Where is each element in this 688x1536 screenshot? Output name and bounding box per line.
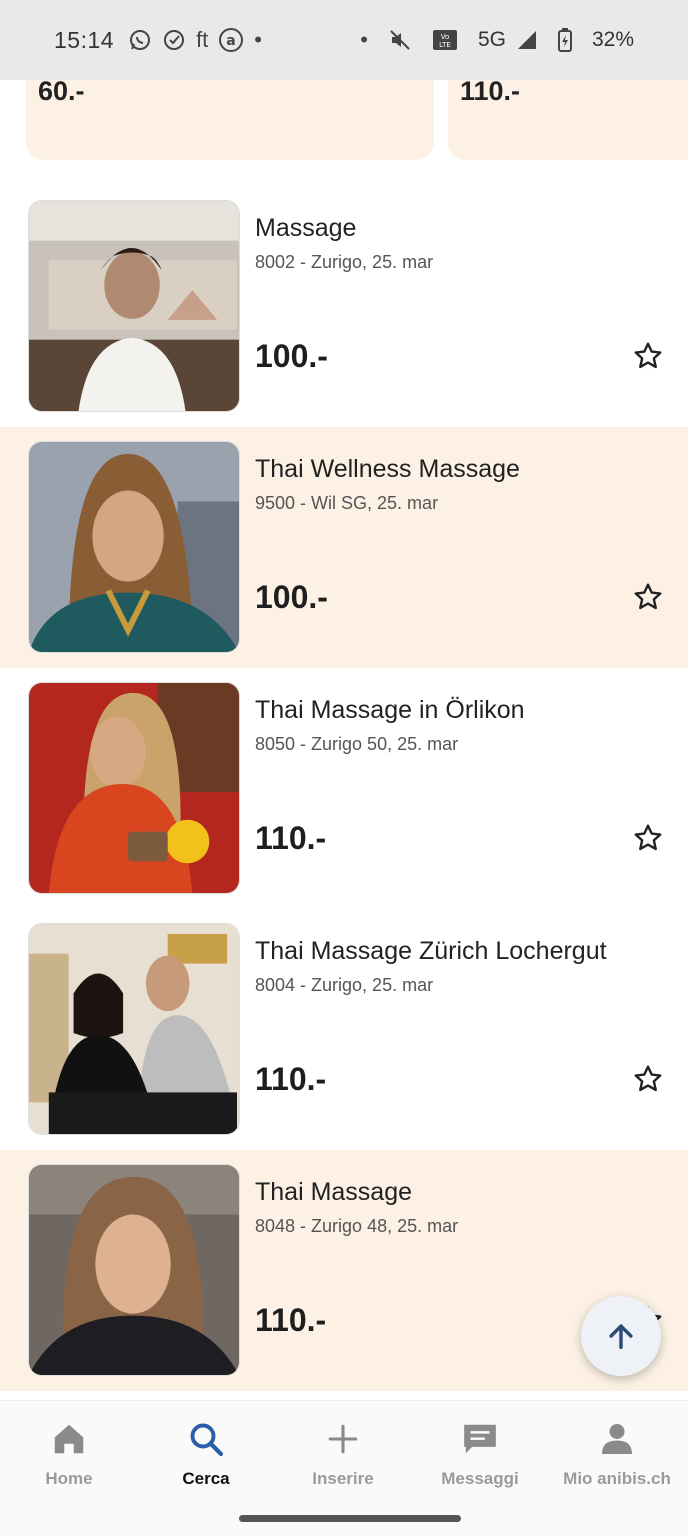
svg-text:LTE: LTE [439, 41, 451, 49]
nav-messages-label: Messaggi [441, 1469, 519, 1488]
nav-profile[interactable]: Mio anibis.ch [548, 1419, 686, 1489]
network-label: 5G [477, 28, 506, 51]
volte-icon: Vo LTE [432, 28, 458, 52]
listing-item[interactable]: Thai Massage in Örlikon 8050 - Zurigo 50… [0, 668, 688, 909]
listing-item[interactable]: Massage 8002 - Zurigo, 25. mar 100.- [0, 186, 688, 427]
listing-photo [28, 441, 240, 653]
nav-search[interactable]: Cerca [137, 1419, 275, 1489]
svg-text:Vo: Vo [441, 33, 450, 41]
favorite-star-icon[interactable] [632, 581, 664, 613]
listing-photo [28, 1164, 240, 1376]
nav-home-label: Home [45, 1469, 93, 1488]
search-icon [190, 1423, 224, 1457]
screen: 15:14 ft a • • Vo LTE 5G 32% 60.- 110.- … [0, 0, 688, 1536]
partial-card-price: 60.- [38, 76, 85, 106]
listing-location: 8002 - Zurigo, 25. mar [255, 252, 434, 272]
gesture-bar[interactable] [239, 1515, 461, 1522]
listing-location: 8048 - Zurigo 48, 25. mar [255, 1216, 459, 1236]
signal-icon [516, 29, 538, 51]
listing-item[interactable]: Thai Massage Zürich Lochergut 8004 - Zur… [0, 909, 688, 1150]
listing-location: 8004 - Zurigo, 25. mar [255, 975, 434, 995]
listing-price: 110.- [255, 820, 327, 856]
partial-card-price: 110.- [460, 76, 521, 106]
listing-title: Thai Wellness Massage [255, 455, 520, 483]
listing-price: 110.- [255, 1061, 327, 1097]
favorite-star-icon[interactable] [632, 1063, 664, 1095]
listing-location: 8050 - Zurigo 50, 25. mar [255, 734, 459, 754]
nav-profile-label: Mio anibis.ch [563, 1469, 671, 1488]
nav-insert-label: Inserire [312, 1469, 374, 1488]
listing-title: Thai Massage Zürich Lochergut [255, 937, 607, 965]
svg-text:a: a [227, 33, 236, 49]
mute-icon [388, 28, 412, 52]
home-icon [54, 1424, 84, 1454]
plus-icon [328, 1424, 358, 1454]
scroll-to-top-button[interactable] [581, 1296, 661, 1376]
battery-icon [557, 28, 572, 52]
listing-price: 110.- [255, 1302, 327, 1338]
whatsapp-icon [128, 28, 152, 52]
listing-title: Thai Massage [255, 1178, 413, 1206]
listing-photo [28, 200, 240, 412]
listing-item[interactable]: Thai Wellness Massage 9500 - Wil SG, 25.… [0, 427, 688, 668]
nav-messages[interactable]: Messaggi [411, 1419, 549, 1489]
status-bar: 15:14 ft a • • Vo LTE 5G 32% [0, 0, 688, 80]
listing-price: 100.- [255, 579, 328, 615]
chat-icon [464, 1424, 496, 1454]
listing-price: 100.- [255, 338, 328, 374]
favorite-star-icon[interactable] [632, 340, 664, 372]
nav-home[interactable]: Home [0, 1419, 138, 1489]
listing-photo [28, 682, 240, 894]
listing-list: Massage 8002 - Zurigo, 25. mar 100.- Tha… [0, 186, 688, 1391]
at-icon: a [218, 27, 244, 53]
ft-icon: ft [196, 27, 209, 52]
listing-location: 9500 - Wil SG, 25. mar [255, 493, 439, 513]
listing-title: Massage [255, 214, 357, 242]
favorite-star-icon[interactable] [632, 822, 664, 854]
nav-insert[interactable]: Inserire [274, 1419, 412, 1489]
listing-title: Thai Massage in Örlikon [255, 696, 525, 724]
check-circle-icon [162, 28, 186, 52]
nav-search-label: Cerca [182, 1469, 230, 1488]
listing-photo [28, 923, 240, 1135]
battery-percent: 32% [591, 28, 634, 51]
arrow-up-icon [609, 1324, 633, 1350]
user-icon [602, 1424, 632, 1454]
dot-icon: • [360, 27, 368, 52]
dot-icon: • [254, 27, 262, 52]
status-time: 15:14 [54, 26, 115, 53]
